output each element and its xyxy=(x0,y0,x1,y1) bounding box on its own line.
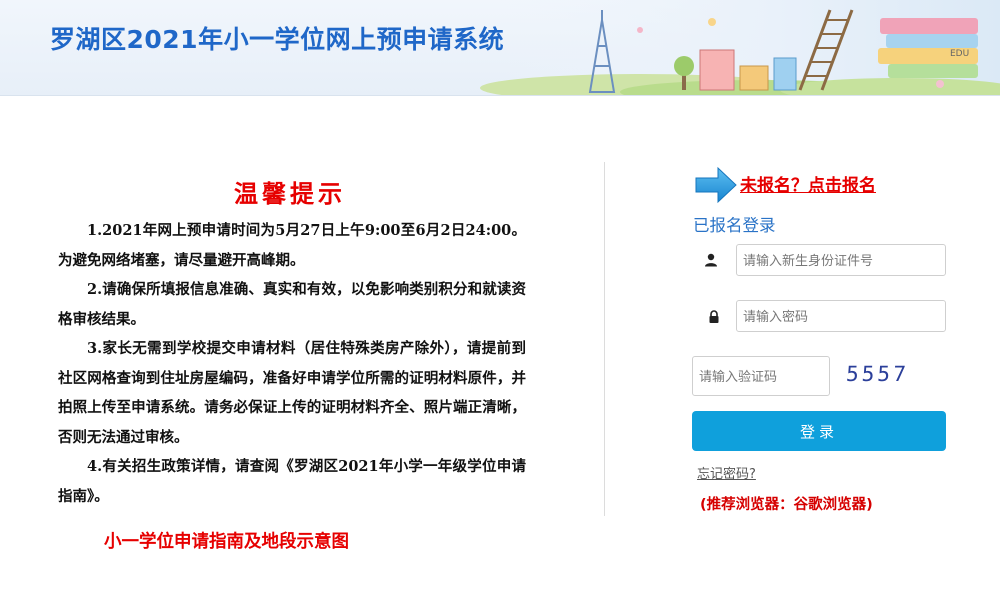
user-icon xyxy=(696,245,726,275)
notice-body: 1.2021年网上预申请时间为5月27日上午9:00至6月2日24:00。为避免… xyxy=(58,216,526,511)
tower-sign-text: EDU xyxy=(950,49,969,59)
forgot-password-link[interactable]: 忘记密码? xyxy=(697,463,756,482)
id-number-input[interactable] xyxy=(736,244,946,276)
site-title: 罗湖区2021年小一学位网上预申请系统 xyxy=(50,25,505,54)
browser-recommendation: (推荐浏览器：谷歌浏览器) xyxy=(700,497,873,513)
password-input[interactable] xyxy=(736,300,946,332)
captcha-image[interactable]: 5557 xyxy=(845,362,911,390)
captcha-input[interactable] xyxy=(692,356,830,396)
login-button[interactable]: 登录 xyxy=(692,411,946,451)
login-heading: 已报名登录 xyxy=(693,216,776,235)
notice-paragraph-2: 2.请确保所填报信息准确、真实和有效，以免影响类别积分和就读资格审核结果。 xyxy=(58,281,526,328)
lock-icon xyxy=(699,301,729,331)
notice-paragraph-3: 3.家长无需到学校提交申请材料（居住特殊类房产除外），请提前到社区网格查询到住址… xyxy=(58,340,526,446)
notice-title: 温馨提示 xyxy=(234,179,346,208)
notice-paragraph-1: 1.2021年网上预申请时间为5月27日上午9:00至6月2日24:00。为避免… xyxy=(58,222,526,269)
arrow-right-icon xyxy=(695,166,737,204)
guide-link[interactable]: 小一学位申请指南及地段示意图 xyxy=(104,528,349,553)
section-divider xyxy=(604,162,605,516)
register-link[interactable]: 未报名？点击报名 xyxy=(740,171,876,196)
page-header: EDU 罗湖区2021年小一学位网上预申请系统 xyxy=(0,0,1000,96)
notice-paragraph-4: 4.有关招生政策详情，请查阅《罗湖区2021年小学一年级学位申请指南》。 xyxy=(58,458,526,505)
